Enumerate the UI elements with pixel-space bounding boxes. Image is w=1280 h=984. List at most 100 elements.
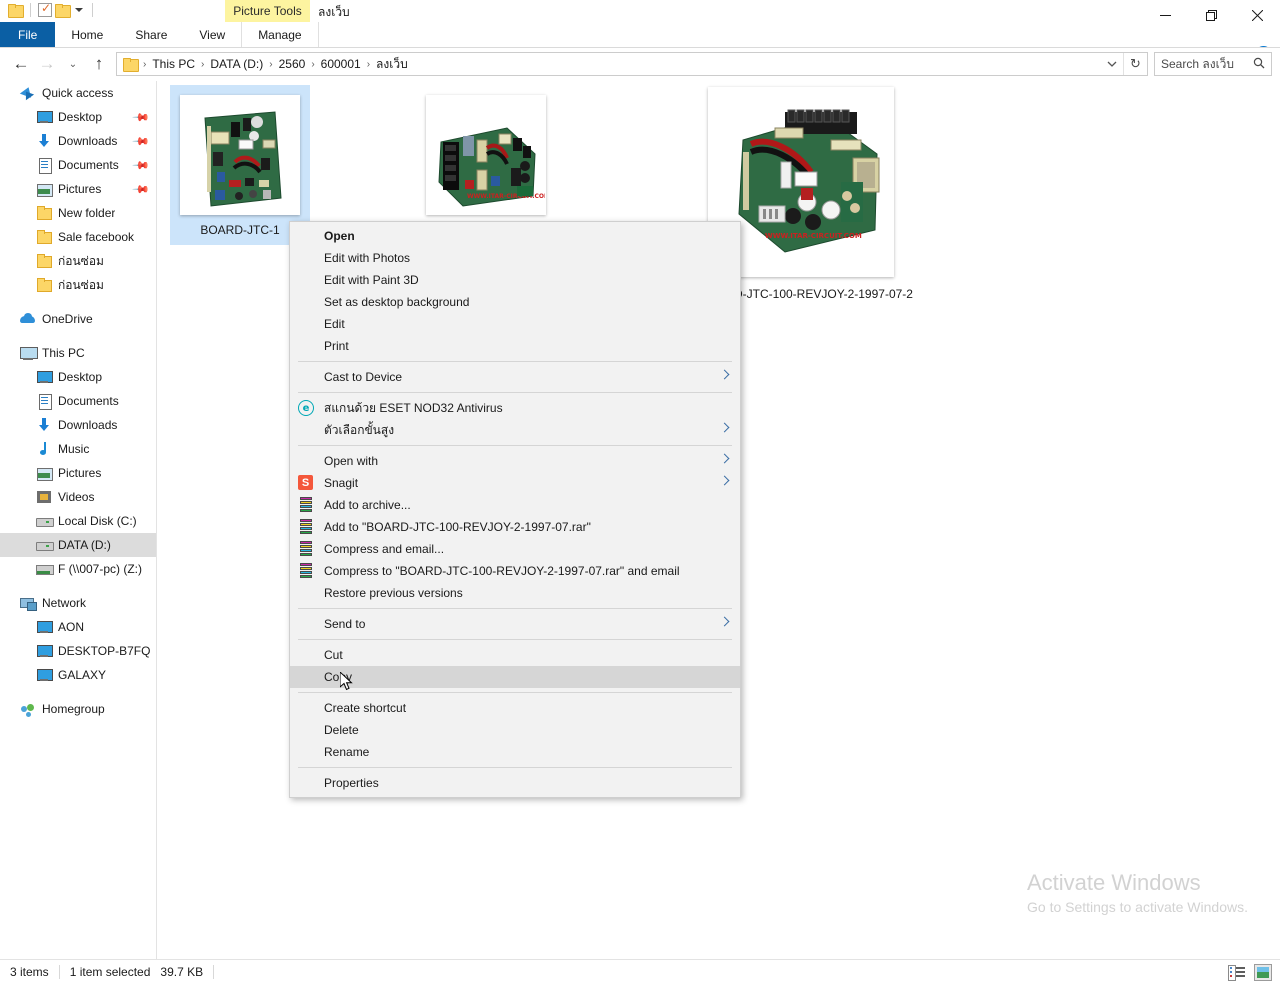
watermark-subtitle: Go to Settings to activate Windows. [1027, 899, 1248, 915]
status-bar: 3 items 1 item selected 39.7 KB [0, 959, 1280, 984]
sidebar-item-local-disk-c[interactable]: Local Disk (C:) [0, 509, 156, 533]
folder-icon[interactable] [8, 3, 24, 18]
tab-home[interactable]: Home [55, 22, 119, 47]
context-menu-item-edit-with-photos[interactable]: Edit with Photos [290, 247, 740, 269]
breadcrumb-data-d[interactable]: DATA (D:) [205, 53, 268, 75]
tab-share[interactable]: Share [119, 22, 183, 47]
file-item[interactable]: WWW.ITAR-CIRCUIT.COM [416, 85, 556, 231]
cloud-icon [20, 311, 36, 327]
tab-view[interactable]: View [183, 22, 241, 47]
new-folder-icon[interactable] [55, 3, 71, 18]
details-view-icon[interactable] [1228, 964, 1246, 981]
sidebar-label: Desktop [58, 370, 103, 384]
sidebar-item-downloads[interactable]: Downloads 📌 [0, 129, 156, 153]
pin-icon[interactable]: 📌 [132, 108, 151, 127]
context-menu-item-set-as-desktop-background[interactable]: Set as desktop background [290, 291, 740, 313]
search-placeholder: Search ลงเว็บ [1161, 56, 1235, 71]
sidebar-item-pc-videos[interactable]: Videos [0, 485, 156, 509]
breadcrumb-this-pc[interactable]: This PC [147, 53, 200, 75]
sidebar-item-pc-desktop[interactable]: Desktop [0, 365, 156, 389]
address-input[interactable]: › This PC › DATA (D:) › 2560 › 600001 › … [116, 52, 1148, 76]
pin-icon[interactable]: 📌 [132, 132, 151, 151]
snagit-icon: S [298, 475, 314, 491]
status-selection-count: 1 item selected [69, 965, 151, 979]
context-menu-item-delete[interactable]: Delete [290, 719, 740, 741]
sidebar-item-sale-facebook[interactable]: Sale facebook [0, 225, 156, 249]
search-input[interactable]: Search ลงเว็บ [1154, 52, 1272, 76]
sidebar-label: Desktop [58, 110, 103, 124]
sidebar-group-homegroup[interactable]: Homegroup [0, 697, 156, 721]
sidebar-item-data-d[interactable]: DATA (D:) [0, 533, 156, 557]
sidebar-group-quick-access[interactable]: Quick access [0, 81, 156, 105]
context-menu-item-send-to[interactable]: Send to [290, 613, 740, 635]
sidebar-item-new-folder[interactable]: New folder [0, 201, 156, 225]
sidebar-item-pc-pictures[interactable]: Pictures [0, 461, 156, 485]
context-menu-item-open[interactable]: Open [290, 225, 740, 247]
context-menu-item-create-shortcut[interactable]: Create shortcut [290, 697, 740, 719]
context-menu-item-copy[interactable]: Copy [290, 666, 740, 688]
properties-icon[interactable] [38, 1, 52, 17]
context-menu-item-label: Compress to "BOARD-JTC-100-REVJOY-2-1997… [324, 564, 680, 578]
navigation-pane[interactable]: Quick access Desktop 📌 Downloads 📌 Docum… [0, 81, 157, 959]
sidebar-label: Music [58, 442, 90, 456]
video-icon [36, 489, 52, 505]
context-menu-item-cut[interactable]: Cut [290, 644, 740, 666]
tab-manage[interactable]: Manage [241, 22, 319, 47]
sidebar-item-pictures[interactable]: Pictures 📌 [0, 177, 156, 201]
breadcrumb-2560[interactable]: 2560 [274, 53, 311, 75]
sidebar-item-network-drive-z[interactable]: F (\\007-pc) (Z:) [0, 557, 156, 581]
context-menu-item-rename[interactable]: Rename [290, 741, 740, 763]
forward-button[interactable]: → [34, 51, 60, 77]
breadcrumb-current-folder[interactable]: ลงเว็บ [371, 53, 413, 75]
context-menu-item-snagit[interactable]: S Snagit [290, 472, 740, 494]
address-dropdown-icon[interactable] [1101, 53, 1123, 75]
sidebar-item-documents[interactable]: Documents 📌 [0, 153, 156, 177]
context-menu-item-advanced-options[interactable]: ตัวเลือกขั้นสูง [290, 419, 740, 441]
sidebar-item-konsom-2[interactable]: ก่อนซ่อม [0, 273, 156, 297]
context-menu-item-restore-previous-versions[interactable]: Restore previous versions [290, 582, 740, 604]
context-menu-item-eset-scan[interactable]: e สแกนด้วย ESET NOD32 Antivirus [290, 397, 740, 419]
sidebar-item-pc-downloads[interactable]: Downloads [0, 413, 156, 437]
tab-file[interactable]: File [0, 22, 56, 47]
customize-caret-icon[interactable] [73, 4, 85, 16]
back-button[interactable]: ← [8, 51, 34, 77]
contextual-tab-group-label: Picture Tools [225, 0, 310, 22]
homegroup-icon [20, 701, 36, 717]
monitor-icon [36, 109, 53, 125]
context-menu-item-compress-to-named-rar-and-email[interactable]: Compress to "BOARD-JTC-100-REVJOY-2-1997… [290, 560, 740, 582]
context-menu-item-add-to-named-rar[interactable]: Add to "BOARD-JTC-100-REVJOY-2-1997-07.r… [290, 516, 740, 538]
context-menu-item-open-with[interactable]: Open with [290, 450, 740, 472]
sidebar-item-galaxy[interactable]: GALAXY [0, 663, 156, 687]
selection-highlight: WWW.ITAR-CIRCUIT.COM [416, 85, 556, 231]
refresh-icon[interactable]: ↻ [1123, 53, 1147, 75]
sidebar-item-desktop[interactable]: Desktop 📌 [0, 105, 156, 129]
sidebar-item-desktop-b7fqohd[interactable]: DESKTOP-B7FQOHD [0, 639, 156, 663]
svg-text:WWW.ITAR-CIRCUIT.COM: WWW.ITAR-CIRCUIT.COM [765, 232, 862, 240]
sidebar-group-network[interactable]: Network [0, 591, 156, 615]
pin-icon[interactable]: 📌 [132, 156, 151, 175]
sidebar-item-aon[interactable]: AON [0, 615, 156, 639]
context-menu-item-add-to-archive[interactable]: Add to archive... [290, 494, 740, 516]
up-button[interactable]: ↑ [86, 51, 112, 77]
context-menu-item-properties[interactable]: Properties [290, 772, 740, 794]
sidebar-group-this-pc[interactable]: This PC [0, 341, 156, 365]
search-icon[interactable] [1253, 57, 1265, 72]
context-menu-item-edit-with-paint-3d[interactable]: Edit with Paint 3D [290, 269, 740, 291]
sidebar-item-pc-music[interactable]: Music [0, 437, 156, 461]
sidebar-group-onedrive[interactable]: OneDrive [0, 307, 156, 331]
context-menu-item-print[interactable]: Print [290, 335, 740, 357]
context-menu-item-compress-and-email[interactable]: Compress and email... [290, 538, 740, 560]
sidebar-item-konsom-1[interactable]: ก่อนซ่อม [0, 249, 156, 273]
monitor-icon [36, 643, 53, 659]
context-menu[interactable]: Open Edit with Photos Edit with Paint 3D… [289, 221, 741, 798]
pin-icon[interactable]: 📌 [132, 180, 151, 199]
context-menu-item-cast-to-device[interactable]: Cast to Device [290, 366, 740, 388]
context-menu-item-label: ตัวเลือกขั้นสูง [324, 422, 395, 437]
breadcrumb-600001[interactable]: 600001 [316, 53, 366, 75]
monitor-icon [36, 619, 53, 635]
large-icons-view-icon[interactable] [1254, 964, 1272, 981]
context-menu-item-edit[interactable]: Edit [290, 313, 740, 335]
sidebar-label: GALAXY [58, 668, 107, 682]
sidebar-item-pc-documents[interactable]: Documents [0, 389, 156, 413]
recent-locations-button[interactable]: ⌄ [60, 51, 86, 77]
